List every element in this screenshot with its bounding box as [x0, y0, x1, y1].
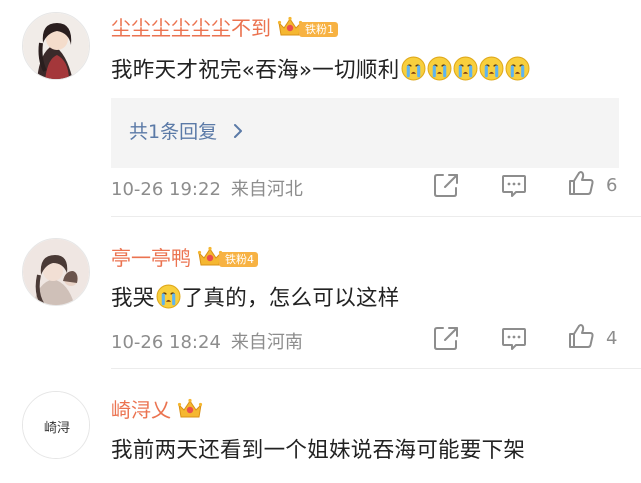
username[interactable]: 亭一亭鸭 铁粉4 [111, 242, 258, 271]
comment-meta: 10-26 19:22 来自河北 [111, 175, 303, 201]
username[interactable]: 崎浔乂 [111, 394, 203, 423]
share-icon[interactable] [432, 324, 460, 352]
fan-badge: 铁粉4 [219, 252, 258, 267]
crying-face-icon [505, 56, 530, 81]
like-count: 4 [606, 328, 618, 349]
reply-count-text: 共1条回复 [129, 121, 218, 143]
chevron-right-icon [227, 121, 243, 143]
crying-face-icon [453, 56, 478, 81]
crying-face-icon [401, 56, 426, 81]
avatar[interactable]: 崎浔 [22, 391, 90, 459]
comment-text-body: 我前两天还看到一个姐妹说吞海可能要下架 [111, 438, 526, 463]
fan-badge: 铁粉1 [299, 22, 338, 37]
comment-text: 我哭 了真的，怎么可以这样 [111, 281, 400, 312]
comment-text-body: 我昨天才祝完«吞海»一切顺利 [111, 58, 400, 83]
timestamp: 10-26 19:22 [111, 179, 221, 200]
comment-item: 崎浔 崎浔乂 我前两天还看到一个姐妹说吞海可能要下架 [0, 370, 641, 483]
crying-face-icon [156, 284, 181, 309]
comment-text-part: 了真的，怎么可以这样 [181, 286, 400, 311]
avatar[interactable] [22, 12, 90, 80]
location: 来自河北 [230, 179, 303, 200]
crying-face-icon [427, 56, 452, 81]
divider [111, 368, 641, 369]
comment-text: 我昨天才祝完«吞海»一切顺利 [111, 53, 530, 84]
username-text: 崎浔乂 [111, 398, 171, 422]
avatar[interactable] [22, 238, 90, 306]
comment-icon[interactable] [500, 324, 528, 352]
divider [111, 216, 641, 217]
username-text: 尘尘尘尘尘尘不到 [111, 16, 271, 40]
share-icon[interactable] [432, 171, 460, 199]
reply-preview: 共1条回复 [111, 98, 619, 168]
crown-icon [177, 398, 203, 420]
thumbs-up-icon[interactable] [567, 169, 595, 197]
location: 来自河南 [230, 332, 303, 353]
comment-item: 亭一亭鸭 铁粉4 我哭 了真的，怎么可以这样 10-26 18:24 来自河南 4 [0, 218, 641, 368]
username-text: 亭一亭鸭 [111, 246, 191, 270]
comment-icon[interactable] [500, 171, 528, 199]
comment-text: 我前两天还看到一个姐妹说吞海可能要下架 [111, 433, 525, 464]
comment-text-part: 我哭 [111, 286, 155, 311]
view-replies-link[interactable]: 共1条回复 [129, 117, 243, 144]
username[interactable]: 尘尘尘尘尘尘不到 铁粉1 [111, 12, 338, 41]
like-count: 6 [606, 175, 618, 196]
timestamp: 10-26 18:24 [111, 332, 221, 353]
thumbs-up-icon[interactable] [567, 322, 595, 350]
comment-meta: 10-26 18:24 来自河南 [111, 328, 303, 354]
crying-face-icon [479, 56, 504, 81]
comment-item: 尘尘尘尘尘尘不到 铁粉1 我昨天才祝完«吞海»一切顺利 共1条回复 10-26 1… [0, 0, 641, 218]
svg-text:崎浔: 崎浔 [44, 421, 70, 436]
